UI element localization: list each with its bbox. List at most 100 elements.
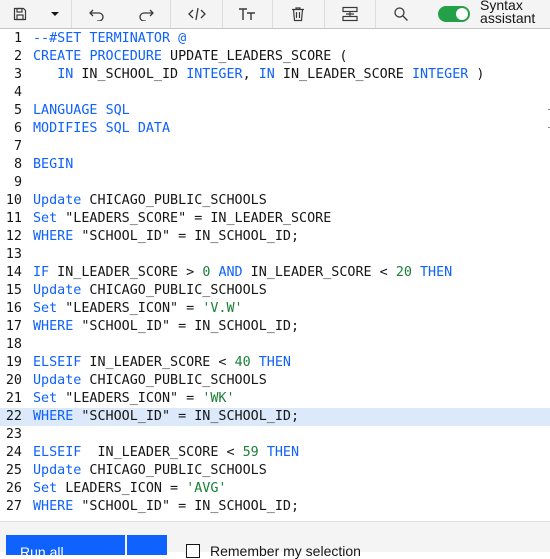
save-icon: [13, 7, 27, 21]
line-number: 8: [13, 157, 22, 172]
redo-icon: [139, 9, 154, 21]
line-number: 3: [13, 67, 22, 82]
dropdown-caret-icon: [51, 12, 60, 16]
code-text: Set "LEADERS_ICON" = 'V.W': [33, 301, 243, 316]
code-line[interactable]: 2 CREATE PROCEDURE UPDATE_LEADERS_SCORE (: [0, 48, 550, 66]
code-line[interactable]: 27 WHERE "SCHOOL_ID" = IN_SCHOOL_ID;: [0, 498, 550, 516]
code-text: IF IN_LEADER_SCORE > 0 AND IN_LEADER_SCO…: [33, 265, 453, 280]
remember-selection-checkbox[interactable]: [186, 544, 200, 558]
line-number: 12: [5, 229, 22, 244]
save-button[interactable]: [0, 0, 40, 28]
code-line[interactable]: 17 WHERE "SCHOOL_ID" = IN_SCHOOL_ID;: [0, 318, 550, 336]
line-number: 9: [13, 175, 22, 190]
code-line[interactable]: 11 Set "LEADERS_SCORE" = IN_LEADER_SCORE: [0, 210, 550, 228]
code-line[interactable]: 7: [0, 138, 550, 156]
line-number: 20: [5, 373, 22, 388]
code-text: Update CHICAGO_PUBLIC_SCHOOLS: [33, 463, 267, 478]
line-number: 19: [5, 355, 22, 370]
code-line[interactable]: 15 Update CHICAGO_PUBLIC_SCHOOLS: [0, 282, 550, 300]
code-line[interactable]: 3 IN IN_SCHOOL_ID INTEGER, IN IN_LEADER_…: [0, 66, 550, 84]
line-number: 2: [13, 49, 22, 64]
line-number: 14: [5, 265, 22, 280]
code-line[interactable]: 14 IF IN_LEADER_SCORE > 0 AND IN_LEADER_S…: [0, 264, 550, 282]
line-number: 7: [13, 139, 22, 154]
code-text: BEGIN: [33, 157, 74, 172]
code-line[interactable]: 5 LANGUAGE SQL: [0, 102, 550, 120]
line-number: 5: [13, 103, 22, 118]
search-button[interactable]: [376, 0, 426, 28]
run-footer: Run all Remember my selection: [0, 521, 550, 559]
code-text: LANGUAGE SQL: [33, 103, 130, 118]
line-number: 6: [13, 121, 22, 136]
code-line[interactable]: 26 Set LEADERS_ICON = 'AVG': [0, 480, 550, 498]
undo-button[interactable]: [72, 0, 122, 28]
line-number: 25: [5, 463, 22, 478]
code-text: Update CHICAGO_PUBLIC_SCHOOLS: [33, 193, 267, 208]
code-line[interactable]: 22 WHERE "SCHOOL_ID" = IN_SCHOOL_ID;: [0, 408, 550, 426]
line-number: 22: [5, 409, 22, 424]
layout-icon: [342, 6, 358, 22]
code-line[interactable]: 8 BEGIN: [0, 156, 550, 174]
code-line[interactable]: 23: [0, 426, 550, 444]
code-text: MODIFIES SQL DATA: [33, 121, 171, 136]
line-number: 26: [5, 481, 22, 496]
line-number: 1: [13, 31, 22, 46]
code-text: --#SET TERMINATOR @: [33, 31, 187, 46]
code-text: WHERE "SCHOOL_ID" = IN_SCHOOL_ID;: [33, 499, 300, 514]
line-number: 27: [5, 499, 22, 514]
code-line[interactable]: 10 Update CHICAGO_PUBLIC_SCHOOLS: [0, 192, 550, 210]
code-text: Set "LEADERS_ICON" = 'WK': [33, 391, 235, 406]
code-line[interactable]: 19 ELSEIF IN_LEADER_SCORE < 40 THEN: [0, 354, 550, 372]
code-text: Set "LEADERS_SCORE" = IN_LEADER_SCORE: [33, 211, 332, 226]
line-number: 24: [5, 445, 22, 460]
code-line[interactable]: 1 --#SET TERMINATOR @: [0, 30, 550, 48]
code-line[interactable]: 16 Set "LEADERS_ICON" = 'V.W': [0, 300, 550, 318]
save-options-button[interactable]: [40, 0, 72, 28]
line-number: 18: [5, 337, 22, 352]
syntax-assistant-toggle[interactable]: [438, 6, 471, 22]
redo-button[interactable]: [121, 0, 172, 28]
syntax-assistant-control: Syntax assistant: [426, 0, 550, 28]
code-text: IN IN_SCHOOL_ID INTEGER, IN IN_LEADER_SC…: [57, 67, 485, 82]
sql-code-editor[interactable]: 1 --#SET TERMINATOR @ 2 CREATE PROCEDURE UP…: [0, 30, 550, 520]
code-text: WHERE "SCHOOL_ID" = IN_SCHOOL_ID;: [33, 319, 300, 334]
line-number: 16: [5, 301, 22, 316]
code-text: CREATE PROCEDURE UPDATE_LEADERS_SCORE (: [33, 49, 348, 64]
layout-button[interactable]: [325, 0, 377, 28]
code-text: ELSEIF IN_LEADER_SCORE < 59 THEN: [33, 445, 300, 460]
remember-selection-label: Remember my selection: [210, 543, 361, 559]
line-number: 15: [5, 283, 22, 298]
code-text: WHERE "SCHOOL_ID" = IN_SCHOOL_ID;: [33, 409, 300, 424]
code-line[interactable]: 25 Update CHICAGO_PUBLIC_SCHOOLS: [0, 462, 550, 480]
code-line[interactable]: 12 WHERE "SCHOOL_ID" = IN_SCHOOL_ID;: [0, 228, 550, 246]
delete-icon: [292, 7, 305, 22]
code-line[interactable]: 20 Update CHICAGO_PUBLIC_SCHOOLS: [0, 372, 550, 390]
code-icon: [187, 7, 206, 21]
code-view-button[interactable]: [171, 0, 223, 28]
code-line[interactable]: 4: [0, 84, 550, 102]
syntax-assistant-label: Syntax assistant: [480, 0, 536, 26]
format-button[interactable]: [223, 0, 273, 28]
code-text: Set LEADERS_ICON = 'AVG': [33, 481, 227, 496]
clear-button[interactable]: [273, 0, 325, 28]
code-line[interactable]: 13: [0, 246, 550, 264]
code-text: WHERE "SCHOOL_ID" = IN_SCHOOL_ID;: [33, 229, 300, 244]
code-line[interactable]: 18: [0, 336, 550, 354]
line-number: 10: [5, 193, 22, 208]
code-line[interactable]: 6 MODIFIES SQL DATA: [0, 120, 550, 138]
code-text: Update CHICAGO_PUBLIC_SCHOOLS: [33, 373, 267, 388]
line-number: 21: [5, 391, 22, 406]
line-number: 4: [13, 85, 22, 100]
line-number: 13: [5, 247, 22, 262]
undo-icon: [88, 9, 104, 21]
search-icon: [394, 7, 409, 21]
code-line[interactable]: 24 ELSEIF IN_LEADER_SCORE < 59 THEN: [0, 444, 550, 462]
format-text-icon: [239, 8, 256, 20]
code-line[interactable]: 9: [0, 174, 550, 192]
run-options-button[interactable]: [127, 535, 167, 555]
toggle-knob: [456, 8, 469, 20]
code-line[interactable]: 21 Set "LEADERS_ICON" = 'WK': [0, 390, 550, 408]
code-text: ELSEIF IN_LEADER_SCORE < 40 THEN: [33, 355, 291, 370]
line-number: 17: [5, 319, 22, 334]
run-all-button[interactable]: Run all: [6, 535, 125, 555]
